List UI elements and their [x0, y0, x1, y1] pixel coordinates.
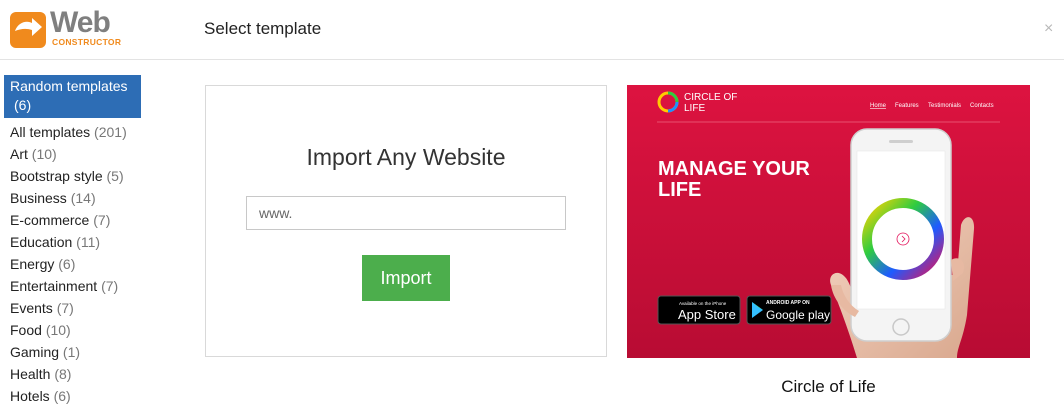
category-label: Business — [10, 190, 67, 206]
category-count: (10) — [31, 146, 57, 162]
preview-nav-home: Home — [870, 103, 887, 109]
logo-wordmark: Web — [50, 6, 111, 39]
category-label: Gaming — [10, 344, 60, 360]
category-label: Food — [10, 322, 42, 338]
category-count: (8) — [54, 366, 72, 382]
preview-nav-features: Features — [895, 103, 919, 109]
category-count: (14) — [70, 190, 96, 206]
import-button[interactable]: Import — [362, 255, 450, 301]
category-item[interactable]: Bootstrap style (5) — [4, 165, 144, 187]
category-count: (10) — [45, 322, 71, 338]
category-item[interactable]: Health (8) — [4, 363, 144, 385]
category-count: (7) — [101, 278, 119, 294]
category-label: Health — [10, 366, 51, 382]
dialog-header: Web CONSTRUCTOR Select template × — [0, 0, 1064, 60]
close-icon[interactable]: × — [1044, 20, 1053, 38]
category-item[interactable]: Business (14) — [4, 187, 144, 209]
category-count: (11) — [76, 234, 101, 250]
preview-nav-contacts: Contacts — [970, 103, 994, 109]
category-count: (5) — [106, 168, 124, 184]
logo-arrow-icon — [10, 12, 46, 48]
category-item[interactable]: Education (11) — [4, 231, 144, 253]
category-item[interactable]: Gaming (1) — [4, 341, 144, 363]
preview-headline-line1: MANAGE YOUR — [658, 158, 810, 180]
category-item[interactable]: E-commerce (7) — [4, 209, 144, 231]
category-count: (6) — [58, 256, 76, 272]
category-label: Bootstrap style — [10, 168, 103, 184]
category-count: (7) — [56, 300, 74, 316]
template-thumbnail: CIRCLE OF LIFE Home Features Testimonial… — [627, 85, 1030, 358]
category-label: E-commerce — [10, 212, 90, 228]
category-item[interactable]: Food (10) — [4, 319, 144, 341]
preview-headline-line2: LIFE — [658, 179, 701, 201]
category-count: (201) — [94, 124, 127, 140]
dialog-title: Select template — [204, 19, 322, 38]
preview-nav-testimonials: Testimonials — [928, 103, 961, 109]
category-label: Art — [10, 146, 28, 162]
template-dialog: Web CONSTRUCTOR Select template × Random… — [0, 0, 1064, 406]
logo-subtitle: CONSTRUCTOR — [52, 37, 122, 47]
category-item[interactable]: Energy (6) — [4, 253, 144, 275]
google-play-small: ANDROID APP ON — [766, 300, 810, 306]
category-label: Education — [10, 234, 73, 250]
web-constructor-logo: Web CONSTRUCTOR — [10, 6, 150, 50]
category-item[interactable]: All templates (201) — [4, 121, 144, 143]
category-sidebar: Random templates (6) All templates (201)… — [4, 75, 144, 406]
category-label: Energy — [10, 256, 55, 272]
category-random-templates[interactable]: Random templates (6) — [4, 75, 141, 118]
preview-logo-line1: CIRCLE OF — [684, 92, 737, 103]
app-store-small: Available on the iPhone — [679, 301, 727, 306]
google-play-big: Google play — [766, 308, 830, 322]
category-item[interactable]: Entertainment (7) — [4, 275, 144, 297]
category-item[interactable]: Hotels (6) — [4, 385, 144, 406]
category-count: (6) — [14, 97, 32, 113]
category-item[interactable]: Art (10) — [4, 143, 144, 165]
import-title: Import Any Website — [306, 144, 506, 170]
category-count: (7) — [93, 212, 111, 228]
template-preview-circle-of-life[interactable]: CIRCLE OF LIFE Home Features Testimonial… — [627, 85, 1030, 358]
category-item[interactable]: Events (7) — [4, 297, 144, 319]
category-label: Random templates — [10, 78, 128, 94]
import-website-card: Import Any Website Import — [205, 85, 607, 357]
category-label: All templates — [10, 124, 91, 140]
category-count: (6) — [53, 388, 71, 404]
website-url-input[interactable] — [246, 196, 566, 230]
category-label: Entertainment — [10, 278, 98, 294]
preview-logo-line2: LIFE — [684, 103, 705, 114]
template-caption: Circle of Life — [781, 377, 876, 396]
category-count: (1) — [62, 344, 81, 360]
category-label: Hotels — [10, 388, 50, 404]
category-label: Events — [10, 300, 53, 316]
app-store-big: App Store — [678, 307, 736, 322]
